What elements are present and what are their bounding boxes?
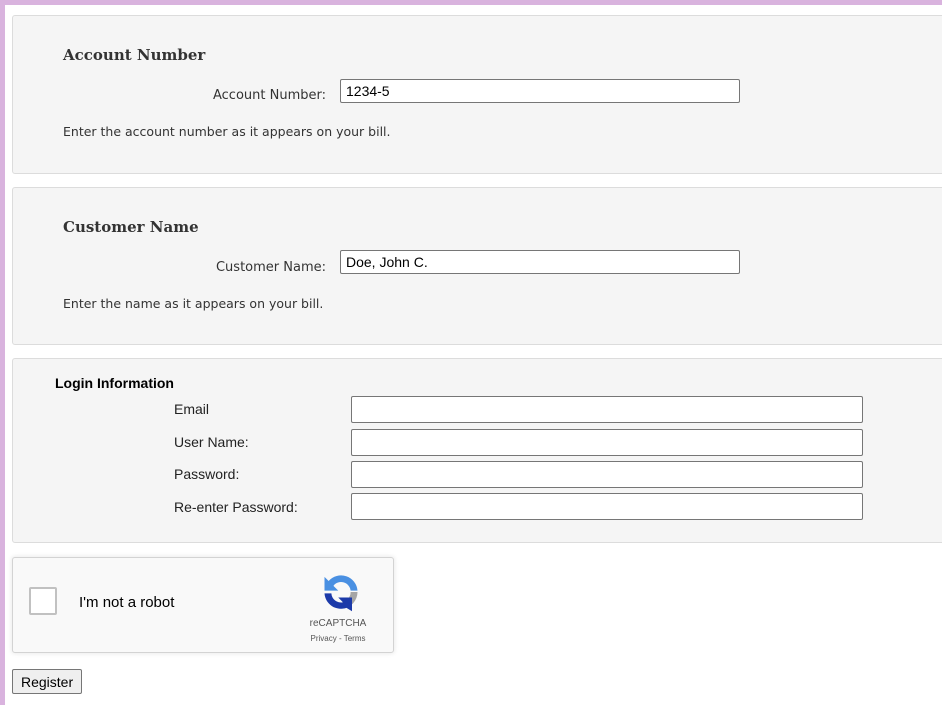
recaptcha-widget: I'm not a robot reCAPTCHA Privacy - Term…	[12, 557, 394, 653]
email-label: Email	[174, 401, 210, 417]
recaptcha-terms-link[interactable]: Terms	[344, 634, 366, 643]
password-input[interactable]	[351, 461, 863, 488]
account-number-panel: Account Number Account Number: Enter the…	[12, 15, 942, 174]
recaptcha-privacy-link[interactable]: Privacy	[311, 634, 337, 643]
account-number-label: Account Number:	[213, 88, 326, 103]
re-enter-password-input[interactable]	[351, 493, 863, 520]
customer-name-heading: Customer Name	[63, 218, 199, 236]
customer-name-label: Customer Name:	[215, 260, 326, 275]
customer-name-input[interactable]	[340, 250, 740, 274]
recaptcha-logo-icon	[324, 575, 358, 612]
recaptcha-checkbox[interactable]	[29, 587, 57, 615]
recaptcha-links: Privacy - Terms	[283, 634, 393, 643]
user-name-input[interactable]	[351, 429, 863, 456]
account-number-heading: Account Number	[63, 46, 206, 64]
account-number-help-text: Enter the account number as it appears o…	[63, 124, 391, 139]
customer-name-help-text: Enter the name as it appears on your bil…	[63, 296, 324, 311]
customer-name-panel: Customer Name Customer Name: Enter the n…	[12, 187, 942, 345]
window-left-border	[0, 0, 5, 705]
login-information-heading: Login Information	[55, 375, 174, 391]
register-button[interactable]: Register	[12, 669, 83, 694]
account-number-input[interactable]	[340, 79, 740, 103]
recaptcha-label: I'm not a robot	[79, 594, 175, 611]
window-top-border	[0, 0, 942, 5]
recaptcha-link-separator: -	[336, 634, 344, 643]
email-input[interactable]	[351, 396, 863, 423]
re-enter-password-label: Re-enter Password:	[174, 499, 298, 515]
user-name-label: User Name:	[174, 434, 249, 450]
password-label: Password:	[174, 466, 240, 482]
recaptcha-brand: reCAPTCHA	[309, 618, 367, 629]
login-information-panel: Login Information Email User Name: Passw…	[12, 358, 942, 543]
